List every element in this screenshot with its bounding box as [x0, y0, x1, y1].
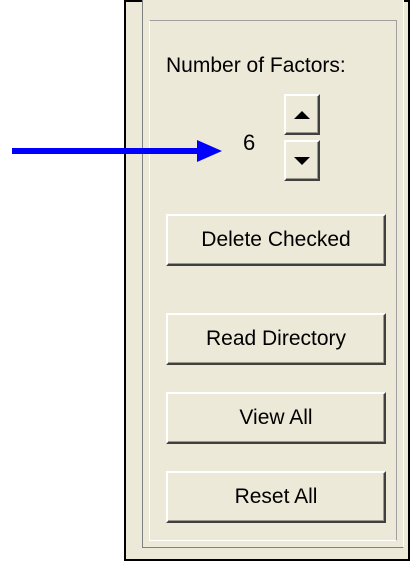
arrow-right-icon — [12, 140, 222, 162]
arrow-head — [197, 140, 222, 162]
annotation-arrow — [12, 140, 222, 162]
